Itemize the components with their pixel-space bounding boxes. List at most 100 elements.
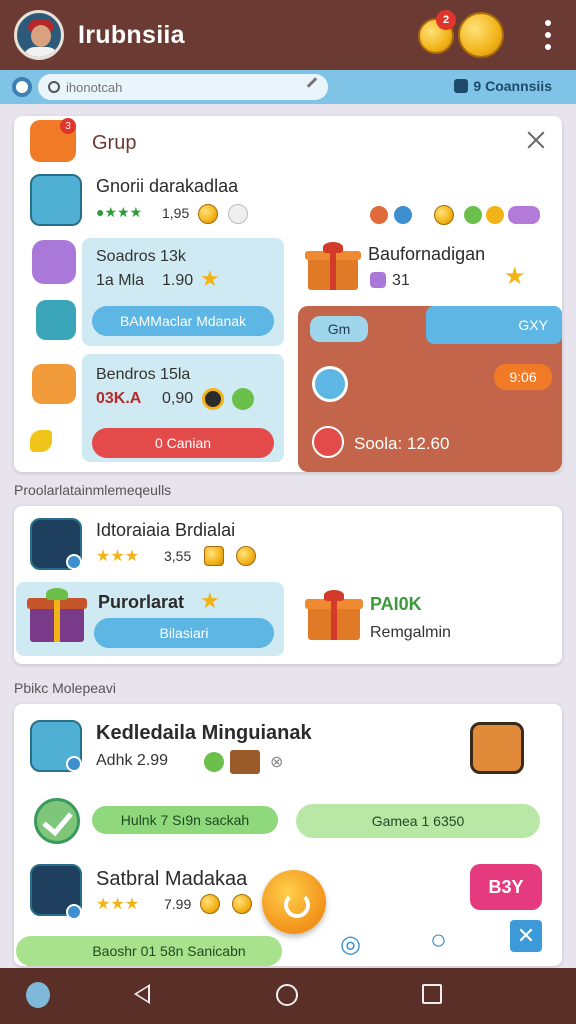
app-shortcut-icon[interactable] — [26, 982, 50, 1008]
star-icon: ★ — [504, 263, 526, 290]
badge-icon — [204, 752, 224, 772]
app-title: Irubnsiia — [78, 20, 185, 49]
chat-icon[interactable]: ◎ — [340, 930, 361, 959]
search-box[interactable] — [38, 74, 328, 100]
radio-icon[interactable] — [12, 77, 32, 97]
edit-icon[interactable] — [306, 77, 318, 88]
verified-icon — [66, 756, 82, 772]
offer-line-1: Bendros 15la — [96, 366, 191, 383]
search-row: 9 Coannsiis — [0, 70, 576, 104]
close-icon: ⊗ — [270, 754, 284, 771]
key-icon — [36, 300, 76, 340]
star-icon — [312, 426, 344, 458]
notification-badge: 3 — [60, 118, 76, 134]
promo-button[interactable]: Bilasiari — [94, 618, 274, 648]
coin-icon — [200, 894, 220, 914]
star-icon: ★ — [200, 588, 220, 613]
badge-icon — [370, 206, 388, 224]
badge-icon — [508, 206, 540, 224]
task-pill[interactable]: Hulnk 7 Sı9n sackah — [92, 806, 278, 834]
offer-line-2: 03K.A — [96, 390, 142, 407]
box-icon — [230, 750, 260, 774]
check-icon — [34, 798, 80, 844]
lock-icon — [32, 240, 76, 284]
event-action-button[interactable]: GXY — [426, 306, 562, 344]
badge-icon — [464, 206, 482, 224]
cancel-button[interactable]: 0 Canian — [92, 428, 274, 458]
task-pill[interactable]: Gamea 1 6350 — [296, 804, 540, 838]
gift-icon — [305, 590, 363, 640]
gift-icon — [305, 242, 361, 290]
offer-value: 0,90 — [162, 390, 194, 407]
badge-icon — [202, 388, 224, 410]
task-pill[interactable]: Baoshr 01 58n Sanicabn — [16, 936, 282, 966]
coin-icon — [204, 546, 224, 566]
star-icon: ★ — [200, 266, 220, 291]
coin-icon — [228, 204, 248, 224]
rating-value: 7.99 — [164, 896, 192, 912]
rating-value: 1,95 — [162, 205, 190, 221]
section-label: Pbikc Molepeavi — [14, 680, 116, 696]
coins-filter-label: 9 Coannsiis — [473, 78, 552, 94]
offer-line-1: Soadros 13k — [96, 248, 186, 265]
verified-icon — [66, 554, 82, 570]
coin-icon — [434, 205, 454, 225]
rating-stars: ★★★ — [96, 548, 140, 565]
player-avatar[interactable] — [30, 174, 82, 226]
player-name: Gnorii darakadlaa — [96, 176, 239, 196]
coins-filter[interactable]: 9 Coannsiis — [454, 78, 552, 94]
event-tag: Gm — [310, 316, 368, 342]
reward-title: Baufornadigan — [368, 244, 486, 264]
user-icon — [312, 366, 348, 402]
rating-stars: ★★★ — [96, 896, 140, 913]
home-icon[interactable] — [276, 984, 298, 1006]
search-icon — [48, 81, 60, 93]
lock-icon — [454, 79, 469, 93]
coins-widget[interactable]: 2 — [406, 10, 516, 58]
close-icon[interactable] — [526, 130, 546, 150]
app-header: Irubnsiia 2 — [0, 0, 576, 70]
chest-icon — [27, 588, 87, 642]
system-nav-bar — [0, 968, 576, 1024]
profile-avatar[interactable] — [14, 10, 64, 60]
player-name: Satbral Madakaa — [96, 868, 248, 890]
player-name: Kedledaila Minguianak — [96, 722, 312, 744]
leaf-icon — [30, 430, 52, 452]
card-title: Grup — [92, 132, 137, 154]
search-input[interactable] — [66, 79, 286, 95]
player-name: Idtoraiaia Brdialai — [96, 520, 236, 540]
event-score: Soola: 12.60 — [354, 434, 450, 453]
badge-icon — [232, 388, 254, 410]
expand-icon[interactable]: ✕ — [510, 920, 542, 952]
badge-icon — [486, 206, 504, 224]
badge-icon — [394, 206, 412, 224]
buy-button[interactable]: B3Y — [470, 864, 542, 910]
rating-value: Adhk 2.99 — [96, 752, 169, 769]
offer-line-2: 1a Mla — [96, 272, 145, 289]
verified-icon — [66, 904, 82, 920]
reward-sub: 31 — [392, 272, 410, 289]
section-label: Proolarlatainmlemeqeulls — [14, 482, 172, 498]
offer-value: 1.90 — [162, 272, 194, 289]
side-sub: Remgalmin — [370, 624, 451, 641]
side-title: PAI0K — [370, 594, 422, 614]
coin-icon — [198, 204, 218, 224]
rating-stars: ●★★★ — [96, 204, 143, 220]
recent-apps-icon[interactable] — [422, 984, 442, 1004]
back-icon[interactable] — [134, 984, 150, 1004]
coin-icon — [458, 12, 504, 58]
offer-button[interactable]: BAMMaclar Mdanak — [92, 306, 274, 336]
popular-card: Idtoraiaia Brdialai ★★★ 3,55 Purorlarat … — [14, 506, 562, 664]
more-vertical-icon[interactable] — [542, 20, 554, 50]
promo-title: Purorlarat — [98, 592, 185, 612]
badge-icon — [370, 272, 386, 288]
cart-icon — [470, 722, 524, 774]
notification-badge: 2 — [436, 10, 456, 30]
search-icon[interactable]: ○ — [430, 924, 447, 956]
rating-value: 3,55 — [164, 548, 192, 564]
coin-icon — [232, 894, 252, 914]
coin-icon — [236, 546, 256, 566]
action-fab[interactable] — [262, 870, 326, 934]
event-timer: 9:06 — [494, 364, 552, 390]
calendar-icon — [32, 364, 76, 404]
